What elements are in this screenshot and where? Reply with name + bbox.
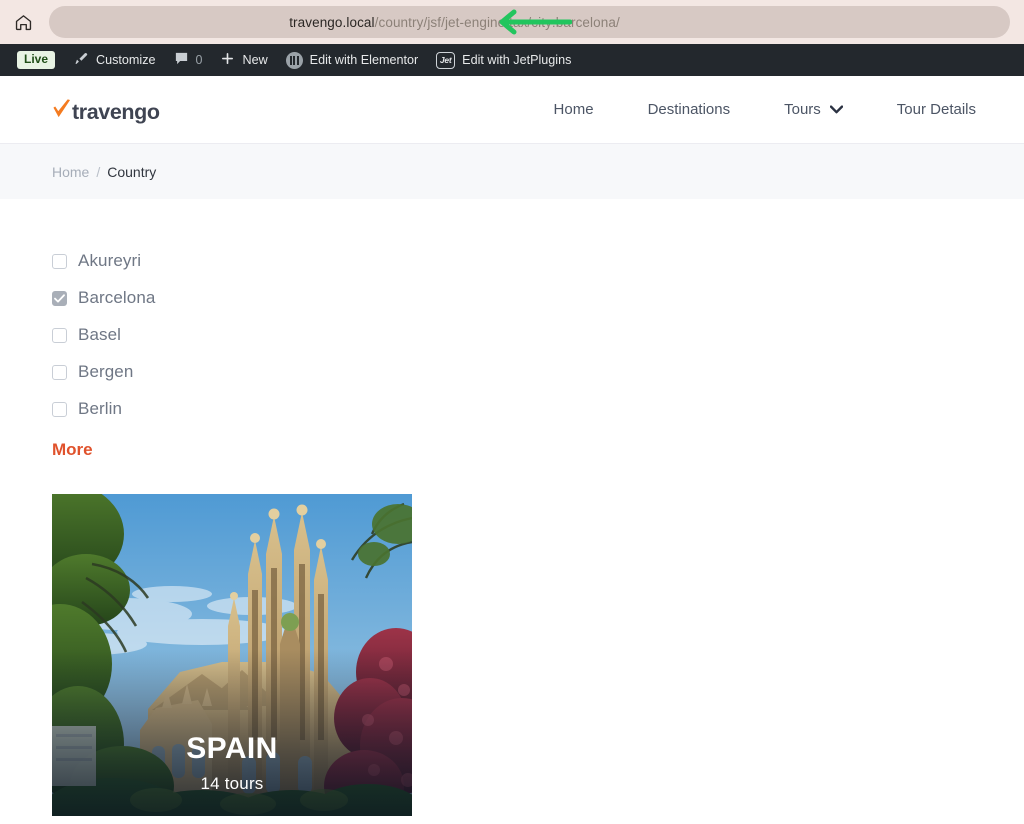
chevron-down-icon[interactable] [829,105,843,114]
address-bar[interactable]: travengo.local/country/jsf/jet-engine/ta… [49,6,1010,38]
site-logo-text: travengo [72,99,160,124]
url-text: travengo.local/country/jsf/jet-engine/ta… [289,15,620,30]
filter-item-label: Akureyri [78,251,142,270]
filter-item-label: Basel [78,325,122,344]
nav-item-home[interactable]: Home [527,101,621,118]
nav-item-label: Tour Details [896,101,976,118]
wp-admin-bar: Live Customize 0 New Edit with Elementor… [0,44,1024,76]
live-badge-label: Live [17,50,56,70]
adminbar-comment-count: 0 [195,53,203,67]
checkbox-icon[interactable] [52,327,67,343]
adminbar-customize-label: Customize [96,53,156,67]
nav-item-label: Destinations [647,101,731,118]
nav-item-label: Tours [784,101,821,118]
comment-bubble-icon [174,51,189,69]
filter-item-basel[interactable]: Basel [52,323,1024,347]
home-icon[interactable] [8,7,38,37]
adminbar-jetplugins-label: Edit with JetPlugins [462,53,572,67]
card-caption: SPAIN 14 tours [52,732,412,794]
checkbox-icon[interactable] [52,253,67,269]
url-path: /country/jsf/jet-engine/tax/city:barcelo… [374,14,620,30]
adminbar-live-badge[interactable]: Live [8,44,64,76]
filter-item-akureyri[interactable]: Akureyri [52,249,1024,273]
site-header: travengo Home Destinations Tours Tour De… [0,76,1024,144]
destination-card[interactable]: SPAIN 14 tours [52,494,412,816]
filter-item-berlin[interactable]: Berlin [52,397,1024,421]
nav-item-label: Home [553,101,594,118]
main-content: Akureyri Barcelona Basel Bergen Berlin M… [0,199,1024,816]
filter-item-label: Barcelona [78,288,156,307]
browser-toolbar: travengo.local/country/jsf/jet-engine/ta… [0,0,1024,44]
nav-item-tours[interactable]: Tours [757,101,870,118]
plus-icon [220,51,235,69]
filter-item-label: Bergen [78,362,134,381]
filter-item-barcelona[interactable]: Barcelona [52,286,1024,310]
checkbox-icon[interactable] [52,401,67,417]
city-filter-list: Akureyri Barcelona Basel Bergen Berlin [52,249,1024,421]
nav-item-tour-details[interactable]: Tour Details [870,101,976,118]
card-tours-count: 14 tours [200,774,264,793]
adminbar-new-label: New [242,53,268,67]
breadcrumb-separator: / [96,163,101,180]
url-host: travengo.local [289,14,375,30]
breadcrumb-band: Home / Country [0,144,1024,199]
adminbar-jetplugins[interactable]: Jet Edit with JetPlugins [427,44,580,76]
filter-item-bergen[interactable]: Bergen [52,360,1024,384]
breadcrumb-home-link[interactable]: Home [52,164,89,180]
checkbox-icon[interactable] [52,364,67,380]
checkbox-icon[interactable] [52,290,67,306]
adminbar-elementor-label: Edit with Elementor [309,53,419,67]
paintbrush-icon [73,51,89,70]
breadcrumb: Home / Country [52,164,156,180]
site-logo[interactable]: travengo [52,95,160,125]
adminbar-new[interactable]: New [211,44,276,76]
more-filters-link[interactable]: More [52,440,93,460]
breadcrumb-current: Country [107,163,157,180]
card-country-title: SPAIN [186,732,278,765]
adminbar-customize[interactable]: Customize [64,44,165,76]
jetplugins-icon: Jet [436,51,456,69]
filter-item-label: Berlin [78,399,123,418]
nav-item-destinations[interactable]: Destinations [621,101,758,118]
adminbar-elementor[interactable]: Edit with Elementor [277,44,428,76]
main-navigation: Home Destinations Tours Tour Details [527,101,976,118]
adminbar-comments[interactable]: 0 [165,44,212,76]
elementor-icon [285,51,303,69]
checkmark-logo-icon [53,98,71,117]
